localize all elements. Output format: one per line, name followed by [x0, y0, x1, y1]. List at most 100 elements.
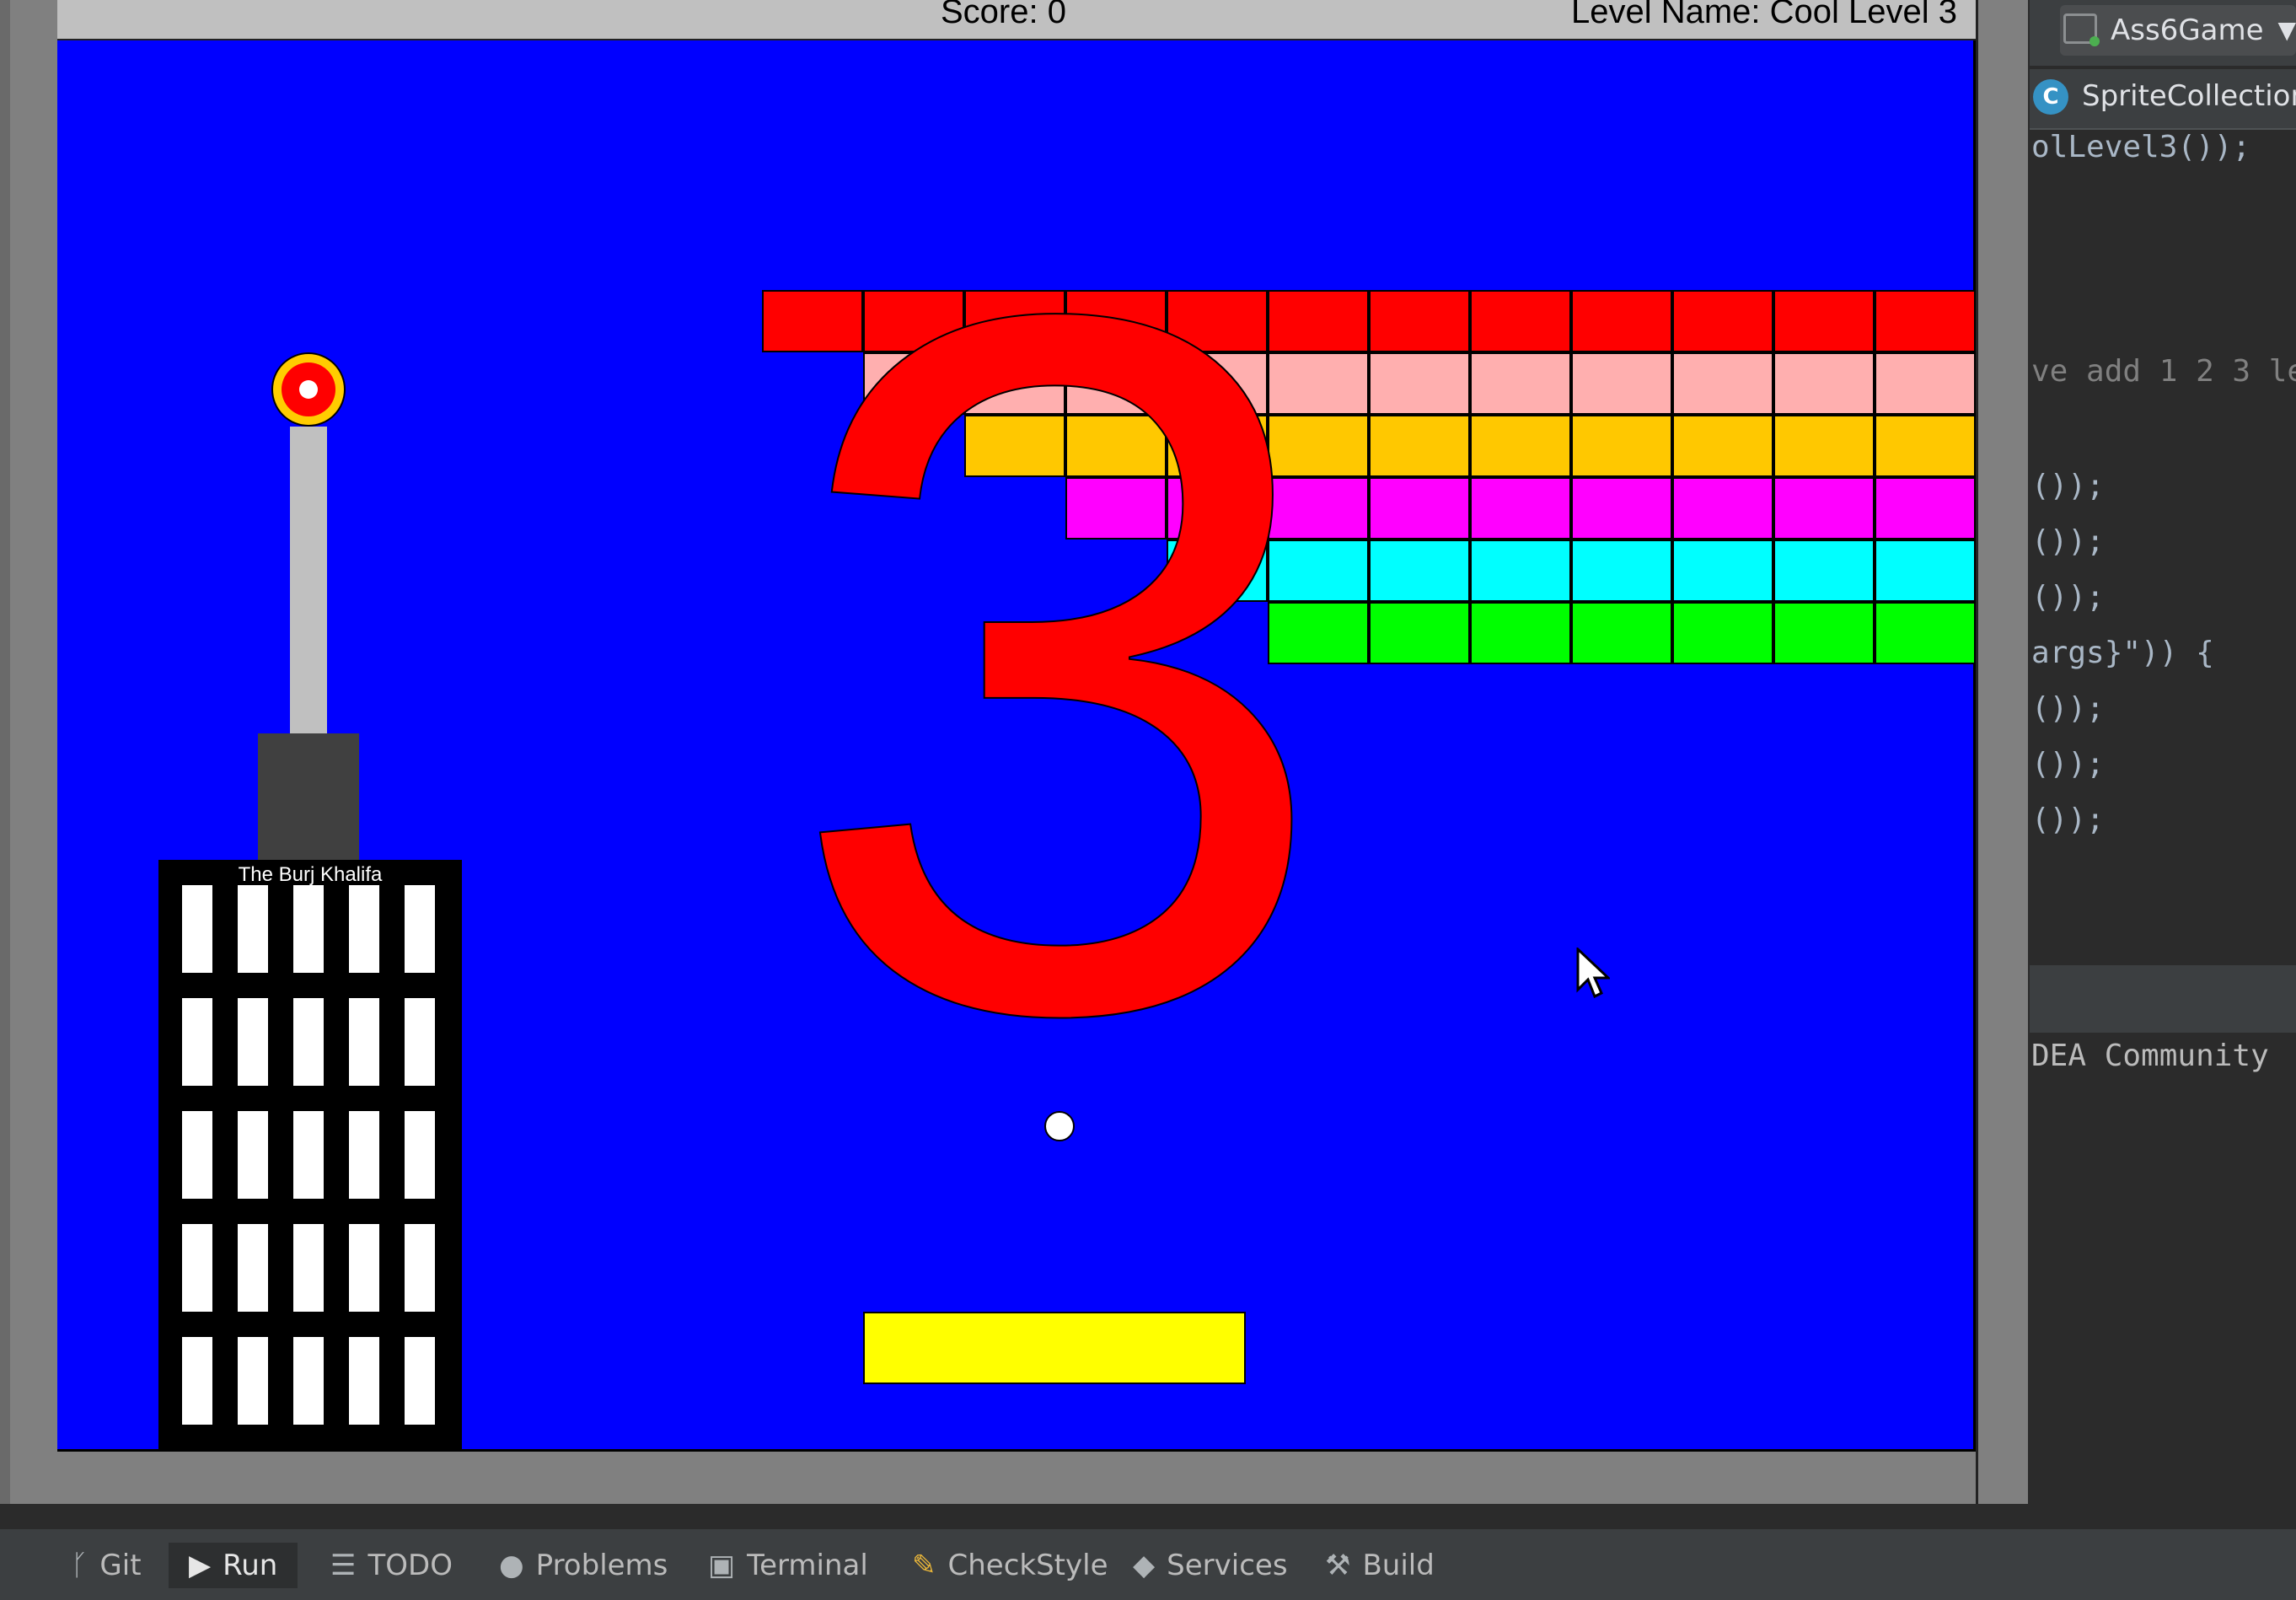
brick	[1875, 415, 1976, 477]
brick	[1672, 477, 1773, 540]
git-branch-icon: ᚴ	[71, 1549, 89, 1582]
tool-services[interactable]: ◆ Services	[1133, 1543, 1288, 1588]
brick	[1672, 540, 1773, 602]
tower-window	[293, 998, 324, 1086]
project-selector-label: Ass6Game	[2111, 13, 2264, 47]
score-indicator-bar: Score: 0 Level Name: Cool Level 3	[57, 0, 1976, 41]
editor-tab-label: SpriteCollection	[2082, 79, 2296, 113]
code-line: ());	[2031, 747, 2105, 781]
terminal-icon: ▣	[708, 1549, 736, 1582]
mouse-cursor-icon	[1576, 948, 1610, 999]
brick	[1875, 602, 1976, 664]
code-line: olLevel3());	[2031, 130, 2251, 164]
tool-build[interactable]: ⚒ Build	[1325, 1543, 1435, 1588]
brick	[1470, 290, 1571, 352]
brick	[1571, 540, 1672, 602]
tower-window	[182, 1337, 212, 1425]
tower-window	[182, 1224, 212, 1312]
brick	[1875, 290, 1976, 352]
tool-label: Services	[1167, 1549, 1288, 1582]
brick	[1571, 290, 1672, 352]
brick	[1773, 602, 1875, 664]
dropdown-arrow-icon: ▼	[2277, 16, 2296, 44]
playfield: 3 3 The Burj Khalifa	[57, 40, 1976, 1453]
tower-window	[182, 998, 212, 1086]
code-line: ());	[2031, 691, 2105, 726]
brick	[1470, 415, 1571, 477]
brick	[1571, 477, 1672, 540]
tool-label: TODO	[367, 1549, 453, 1582]
pencil-icon: ✎	[912, 1549, 936, 1582]
tower-window	[293, 1224, 324, 1312]
brick	[1875, 477, 1976, 540]
tower-window	[238, 998, 268, 1086]
tool-label: Terminal	[747, 1549, 868, 1582]
console-header	[2030, 965, 2296, 1033]
tool-run[interactable]: ▶ Run	[169, 1543, 298, 1588]
brick	[1773, 415, 1875, 477]
game-right-border	[1976, 0, 2028, 1504]
tool-window-bar: ᚴ Git ▶ Run ☰ TODO ● Problems ▣ Terminal ✎ Che…	[0, 1528, 2296, 1600]
warning-icon: ●	[499, 1549, 524, 1582]
brick	[1672, 602, 1773, 664]
brick	[1773, 352, 1875, 415]
brick	[1875, 352, 1976, 415]
tower-label: The Burj Khalifa	[238, 863, 383, 886]
brick	[1470, 352, 1571, 415]
window-icon	[2063, 13, 2100, 46]
antenna-light-center	[299, 380, 318, 399]
tower-window	[349, 1111, 379, 1199]
code-line: ve add 1 2 3 le	[2031, 354, 2296, 389]
brick	[1470, 602, 1571, 664]
tower-window	[349, 1224, 379, 1312]
tool-label: Problems	[535, 1549, 668, 1582]
tower-window	[293, 1337, 324, 1425]
brick	[1571, 352, 1672, 415]
services-icon: ◆	[1133, 1549, 1156, 1582]
tool-label: Build	[1362, 1549, 1435, 1582]
code-line: ());	[2031, 580, 2105, 615]
tower-window	[238, 885, 268, 973]
brick	[1672, 290, 1773, 352]
game-bottom-border	[57, 1452, 1976, 1502]
tower-window	[238, 1337, 268, 1425]
hammer-icon: ⚒	[1325, 1549, 1351, 1582]
brick	[1773, 540, 1875, 602]
tool-checkstyle[interactable]: ✎ CheckStyle	[912, 1543, 1108, 1588]
tool-label: Run	[223, 1549, 278, 1582]
tower-window	[405, 998, 435, 1086]
list-icon: ☰	[330, 1549, 357, 1582]
tower-window	[182, 1111, 212, 1199]
tower-window	[405, 1224, 435, 1312]
tool-problems[interactable]: ● Problems	[499, 1543, 668, 1588]
tower-window	[293, 885, 324, 973]
ball	[1044, 1111, 1075, 1141]
code-line: ());	[2031, 803, 2105, 837]
tool-git[interactable]: ᚴ Git	[71, 1543, 142, 1588]
tower-window	[182, 885, 212, 973]
tower-window	[349, 885, 379, 973]
project-selector-dropdown[interactable]: Ass6Game ▼	[2060, 5, 2296, 56]
editor-tab[interactable]: C SpriteCollection	[2030, 69, 2296, 130]
tool-todo[interactable]: ☰ TODO	[330, 1543, 453, 1588]
window-edge	[0, 0, 10, 1504]
tool-label: Git	[99, 1549, 142, 1582]
tower-window	[349, 998, 379, 1086]
brick	[1875, 540, 1976, 602]
level-number-outline: 3	[781, 109, 1336, 1220]
tower-window	[349, 1337, 379, 1425]
code-line: ());	[2031, 524, 2105, 559]
game-canvas: Score: 0 Level Name: Cool Level 3 3 3 Th…	[57, 0, 1976, 1502]
brick	[1672, 415, 1773, 477]
tool-terminal[interactable]: ▣ Terminal	[708, 1543, 868, 1588]
brick	[1470, 477, 1571, 540]
brick	[1571, 602, 1672, 664]
paddle[interactable]	[863, 1312, 1246, 1384]
score-label: Score: 0	[941, 0, 1066, 30]
brick	[1571, 415, 1672, 477]
tower-top	[258, 733, 359, 868]
tower-window	[405, 1337, 435, 1425]
tower-window	[238, 1224, 268, 1312]
brick	[1470, 540, 1571, 602]
tower-antenna	[290, 427, 327, 772]
